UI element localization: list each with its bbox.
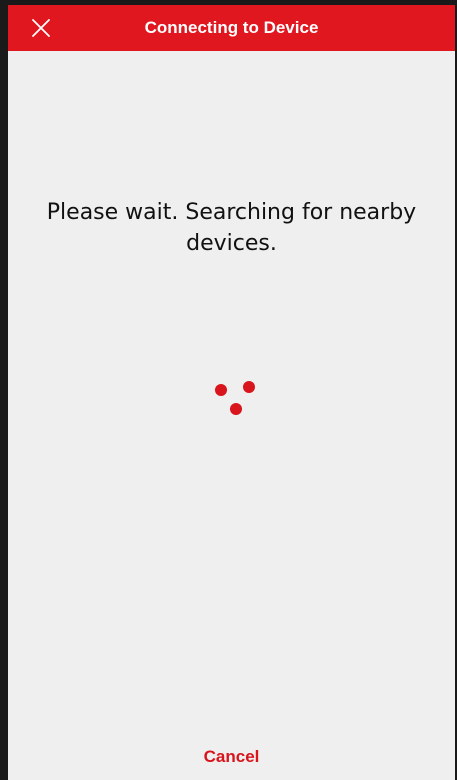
page-title: Connecting to Device	[144, 18, 319, 37]
spinner-dot	[230, 403, 242, 415]
status-message: Please wait. Searching for nearby device…	[46, 200, 417, 256]
cancel-button[interactable]: Cancel	[8, 747, 455, 767]
header-bar: Connecting to Device	[8, 5, 455, 51]
spinner-dot	[215, 384, 227, 396]
spinner-dot	[243, 381, 255, 393]
app-window: Connecting to Device Please wait. Search…	[0, 0, 457, 780]
loading-spinner	[208, 375, 264, 423]
loading-dots-icon	[215, 381, 255, 415]
